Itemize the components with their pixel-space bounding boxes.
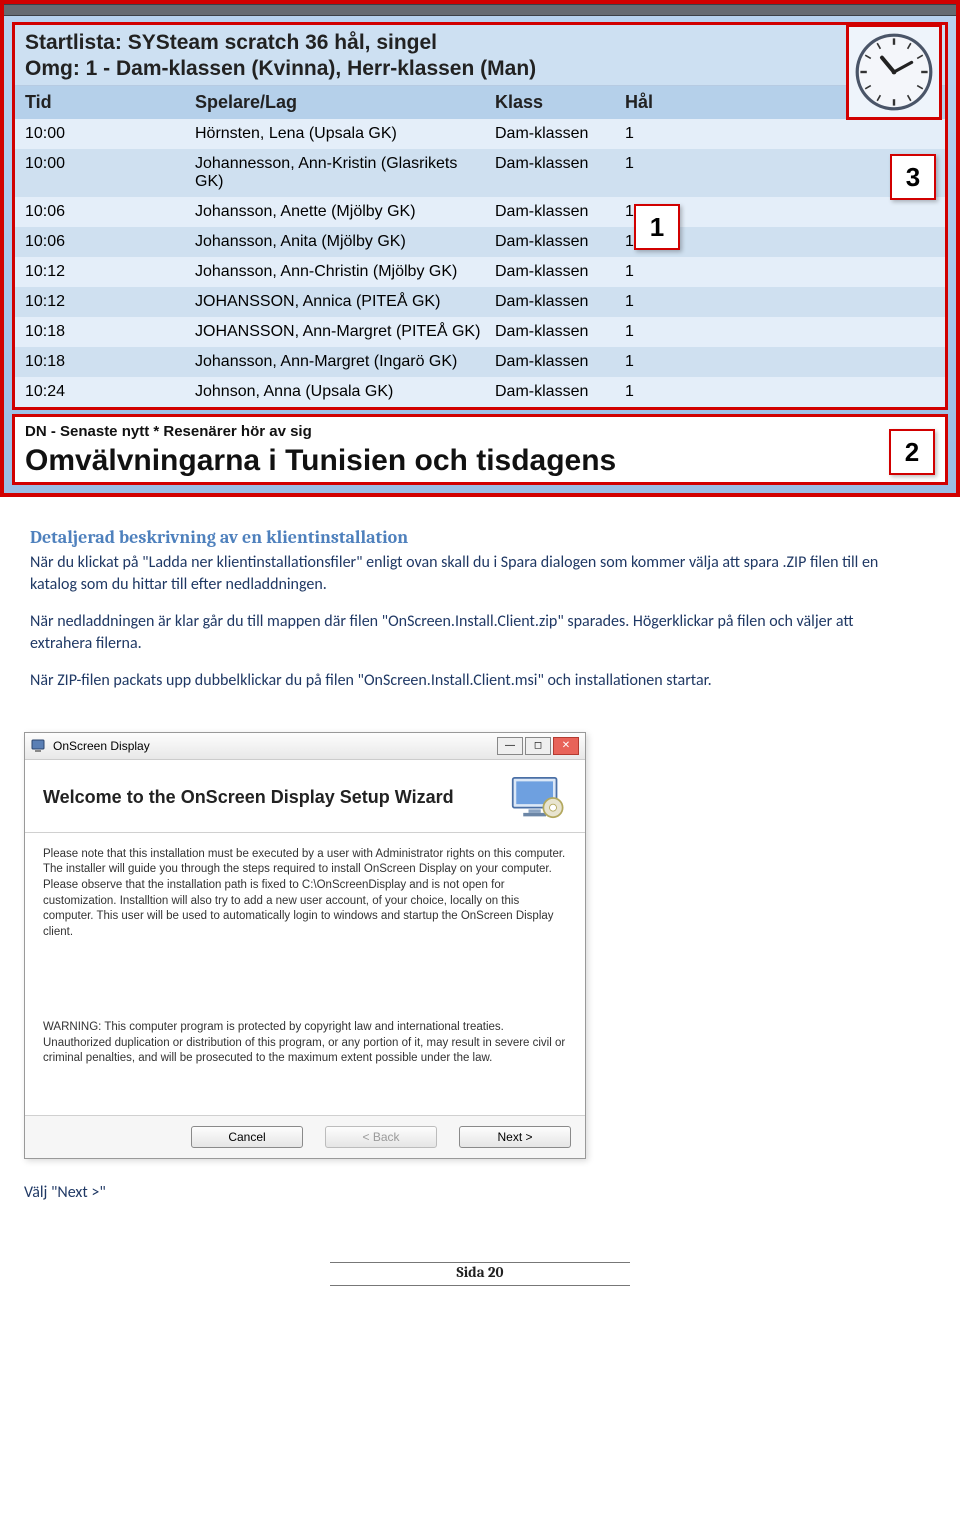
cancel-button[interactable]: Cancel [191, 1126, 303, 1148]
cell-spelare: Johansson, Ann-Christin (Mjölby GK) [195, 263, 495, 281]
cell-klass: Dam-klassen [495, 125, 625, 143]
col-hal: Hål [625, 92, 680, 113]
installer-body-text-1: Please note that this installation must … [43, 847, 567, 940]
cell-spelare: JOHANSSON, Ann-Margret (PITEÅ GK) [195, 323, 495, 341]
startlist-column-headers: Tid Spelare/Lag Klass Hål [15, 86, 945, 119]
installer-window: OnScreen Display — ◻ ✕ Welcome to the On… [24, 732, 586, 1159]
window-titlebar-strip [4, 4, 956, 16]
cell-hal: 1 [625, 353, 680, 371]
cell-hal: 1 [625, 323, 680, 341]
table-row: 10:18Johansson, Ann-Margret (Ingarö GK)D… [15, 347, 945, 377]
cell-spelare: Johannesson, Ann-Kristin (Glasrikets GK) [195, 155, 495, 191]
installer-heading: Welcome to the OnScreen Display Setup Wi… [43, 787, 454, 808]
page-footer: Sida 20 [0, 1262, 960, 1286]
installer-app-icon [31, 738, 47, 754]
cell-spelare: Johnson, Anna (Upsala GK) [195, 383, 495, 401]
cell-spelare: Johansson, Ann-Margret (Ingarö GK) [195, 353, 495, 371]
next-button[interactable]: Next > [459, 1126, 571, 1148]
startlist-header: Startlista: SYSteam scratch 36 hål, sing… [15, 25, 945, 86]
cell-tid: 10:00 [25, 155, 195, 173]
cell-spelare: JOHANSSON, Annica (PITEÅ GK) [195, 293, 495, 311]
news-ticker: DN - Senaste nytt * Resenärer hör av sig… [12, 414, 948, 485]
cell-hal: 1 [625, 263, 680, 281]
col-klass: Klass [495, 92, 625, 113]
cell-klass: Dam-klassen [495, 323, 625, 341]
callout-1: 1 [634, 204, 680, 250]
cell-tid: 10:12 [25, 263, 195, 281]
cell-tid: 10:24 [25, 383, 195, 401]
cell-tid: 10:12 [25, 293, 195, 311]
installer-body: Please note that this installation must … [25, 833, 585, 1115]
col-tid: Tid [25, 92, 195, 113]
article-paragraph-2: När nedladdningen är klar går du till ma… [30, 611, 900, 654]
cell-klass: Dam-klassen [495, 233, 625, 251]
cell-klass: Dam-klassen [495, 353, 625, 371]
cell-tid: 10:18 [25, 323, 195, 341]
maximize-button[interactable]: ◻ [525, 737, 551, 755]
cell-klass: Dam-klassen [495, 293, 625, 311]
article-body: Detaljerad beskrivning av en klientinsta… [0, 497, 960, 718]
cell-hal: 1 [625, 125, 680, 143]
cell-spelare: Johansson, Anette (Mjölby GK) [195, 203, 495, 221]
table-row: 10:12Johansson, Ann-Christin (Mjölby GK)… [15, 257, 945, 287]
table-row: 10:18JOHANSSON, Ann-Margret (PITEÅ GK)Da… [15, 317, 945, 347]
installer-header: Welcome to the OnScreen Display Setup Wi… [25, 760, 585, 833]
close-button[interactable]: ✕ [553, 737, 579, 755]
installer-monitor-icon [511, 776, 567, 820]
callout-2: 2 [889, 429, 935, 475]
back-button: < Back [325, 1126, 437, 1148]
ticker-headline: Omvälvningarna i Tunisien och tisdagens [25, 444, 935, 478]
cell-hal: 1 [625, 383, 680, 401]
table-row: 10:00Hörnsten, Lena (Upsala GK)Dam-klass… [15, 119, 945, 149]
clock-icon [854, 32, 934, 112]
installer-titlebar: OnScreen Display — ◻ ✕ [25, 733, 585, 760]
article-paragraph-3: När ZIP-filen packats upp dubbelklickar … [30, 670, 900, 692]
cell-tid: 10:06 [25, 203, 195, 221]
table-row: 10:06Johansson, Anette (Mjölby GK)Dam-kl… [15, 197, 945, 227]
startlist-title-line2: Omg: 1 - Dam-klassen (Kvinna), Herr-klas… [25, 57, 935, 81]
clock-widget [846, 24, 942, 120]
article-paragraph-after-installer: Välj "Next >" [24, 1183, 960, 1202]
startlist-title-line1: Startlista: SYSteam scratch 36 hål, sing… [25, 31, 935, 55]
installer-window-title: OnScreen Display [53, 739, 150, 753]
cell-tid: 10:00 [25, 125, 195, 143]
callout-3: 3 [890, 154, 936, 200]
cell-tid: 10:18 [25, 353, 195, 371]
table-row: 10:06Johansson, Anita (Mjölby GK)Dam-kla… [15, 227, 945, 257]
table-row: 10:24Johnson, Anna (Upsala GK)Dam-klasse… [15, 377, 945, 407]
cell-spelare: Johansson, Anita (Mjölby GK) [195, 233, 495, 251]
ticker-source-line: DN - Senaste nytt * Resenärer hör av sig [25, 423, 935, 440]
installer-button-row: Cancel < Back Next > [25, 1115, 585, 1158]
cell-klass: Dam-klassen [495, 263, 625, 281]
startlist-panel: Startlista: SYSteam scratch 36 hål, sing… [12, 22, 948, 410]
article-paragraph-1: När du klickat på "Ladda ner klientinsta… [30, 552, 900, 595]
table-row: 10:12JOHANSSON, Annica (PITEÅ GK)Dam-kla… [15, 287, 945, 317]
minimize-button[interactable]: — [497, 737, 523, 755]
cell-hal: 1 [625, 155, 680, 173]
startlist-screenshot: Startlista: SYSteam scratch 36 hål, sing… [0, 0, 960, 497]
cell-klass: Dam-klassen [495, 383, 625, 401]
cell-tid: 10:06 [25, 233, 195, 251]
cell-spelare: Hörnsten, Lena (Upsala GK) [195, 125, 495, 143]
table-row: 10:00Johannesson, Ann-Kristin (Glasriket… [15, 149, 945, 197]
installer-body-text-2: WARNING: This computer program is protec… [43, 1020, 567, 1067]
cell-klass: Dam-klassen [495, 155, 625, 173]
article-heading: Detaljerad beskrivning av en klientinsta… [30, 527, 900, 548]
page-number: Sida 20 [456, 1263, 503, 1281]
col-spelare: Spelare/Lag [195, 92, 495, 113]
cell-hal: 1 [625, 293, 680, 311]
cell-klass: Dam-klassen [495, 203, 625, 221]
